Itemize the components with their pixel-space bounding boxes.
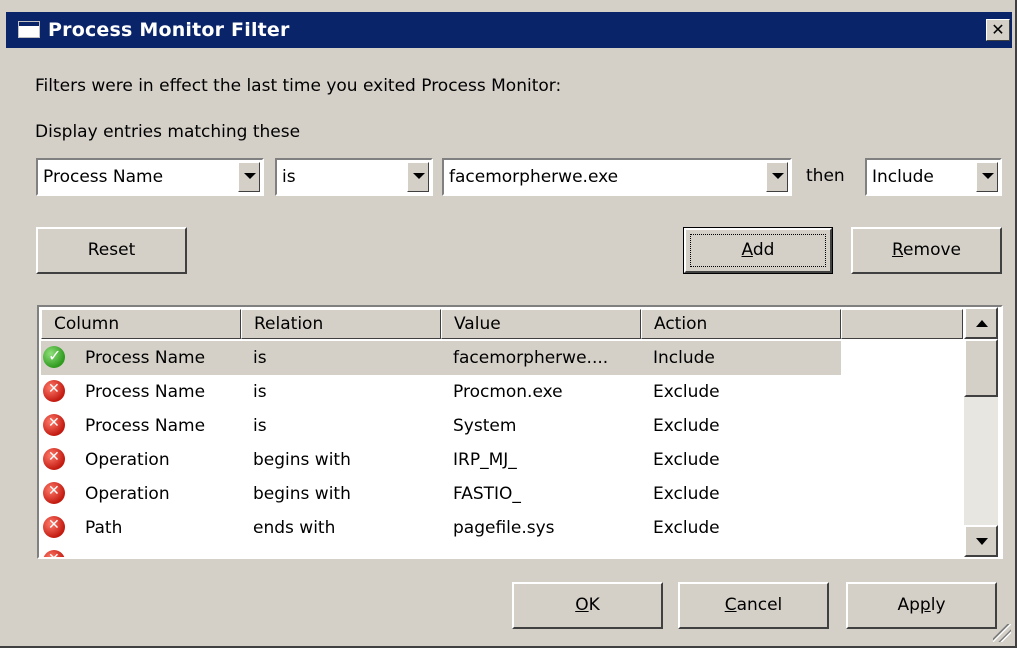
exclude-icon[interactable] [43,516,65,538]
cell-value: IRP_MJ_ [453,450,517,470]
table-row[interactable]: Process Name is System Exclude [41,409,841,443]
cell-action: Exclude [653,450,720,470]
cell-action: Exclude [653,416,720,436]
header-value[interactable]: Value [441,309,641,339]
cell-relation: is [253,382,267,402]
match-label: Display entries matching these [35,122,301,142]
table-row[interactable]: Operation begins with IRP_MJ_ Exclude [41,443,841,477]
ok-button[interactable]: OK [512,582,663,629]
exclude-icon[interactable] [43,550,65,557]
exclude-icon[interactable] [43,380,65,402]
ok-button-label: OK [575,595,600,615]
vertical-scrollbar[interactable] [964,307,998,557]
filter-list[interactable]: Column Relation Value Action Process Nam… [37,305,1003,559]
cell-value: pagefile.sys [453,518,555,538]
check-icon[interactable] [43,346,65,368]
cell-relation: is [253,348,267,368]
table-row[interactable]: Operation begins with FASTIO_ Exclude [41,477,841,511]
cell-value: System [453,416,517,436]
cancel-button[interactable]: Cancel [678,582,829,629]
scroll-up-icon[interactable] [964,307,998,339]
exclude-icon[interactable] [43,482,65,504]
column-select[interactable]: Process Name [36,158,264,196]
chevron-down-icon[interactable] [407,162,429,192]
cell-column: Operation [85,450,170,470]
action-select[interactable]: Include [865,158,1002,196]
chevron-down-icon[interactable] [766,162,788,192]
header-action[interactable]: Action [641,309,841,339]
cell-value: FASTIO_ [453,484,521,504]
cell-action: Exclude [653,484,720,504]
window-title: Process Monitor Filter [48,19,290,41]
reset-button-label: Reset [87,240,136,260]
cancel-button-label: Cancel [724,595,783,615]
close-button[interactable]: ✕ [986,19,1010,41]
cell-column: Path [85,518,123,538]
cell-column: Process Name [85,348,206,368]
header-relation[interactable]: Relation [241,309,441,339]
title-bar[interactable]: Process Monitor Filter ✕ [6,12,1012,48]
apply-button[interactable]: Apply [846,582,997,629]
cell-action: Exclude [653,382,720,402]
then-label: then [806,166,845,186]
exclude-icon[interactable] [43,414,65,436]
cell-relation: begins with [253,450,351,470]
remove-button[interactable]: Remove [851,227,1002,274]
cell-column: Process Name [85,416,206,436]
window-icon [18,21,40,38]
relation-select-value: is [282,167,296,187]
cell-value: Procmon.exe [453,382,563,402]
header-filler [841,309,963,339]
value-combo[interactable]: facemorpherwe.exe [442,158,792,196]
add-button[interactable]: Add [683,227,833,274]
cell-column: Process Name [85,382,206,402]
cell-relation: begins with [253,484,351,504]
scroll-down-icon[interactable] [964,525,998,557]
cell-value: facemorpherwe.... [453,348,609,368]
remove-button-label: Remove [891,240,961,260]
apply-button-label: Apply [897,595,946,615]
cell-relation: ends with [253,518,336,538]
cell-action: Include [653,348,715,368]
table-row[interactable]: Path ends with pagefile.sys Exclude [41,511,841,545]
filter-dialog: Process Monitor Filter ✕ Filters were in… [0,0,1017,648]
value-combo-text[interactable]: facemorpherwe.exe [449,167,618,187]
cell-relation: is [253,416,267,436]
chevron-down-icon[interactable] [238,162,260,192]
cell-action: Exclude [653,518,720,538]
scroll-thumb[interactable] [964,339,998,397]
exclude-icon[interactable] [43,448,65,470]
table-row-partial[interactable] [41,545,841,557]
reset-button[interactable]: Reset [36,227,187,274]
header-column[interactable]: Column [41,309,241,339]
table-row[interactable]: Process Name is Procmon.exe Exclude [41,375,841,409]
cell-column: Operation [85,484,170,504]
chevron-down-icon[interactable] [976,162,998,192]
resize-grip-icon[interactable] [993,624,1011,642]
column-select-value: Process Name [43,167,164,187]
table-row[interactable]: Process Name is facemorpherwe.... Includ… [41,341,841,375]
action-select-value: Include [872,167,934,187]
relation-select[interactable]: is [275,158,433,196]
intro-text: Filters were in effect the last time you… [35,76,562,96]
focus-rectangle [690,234,826,267]
